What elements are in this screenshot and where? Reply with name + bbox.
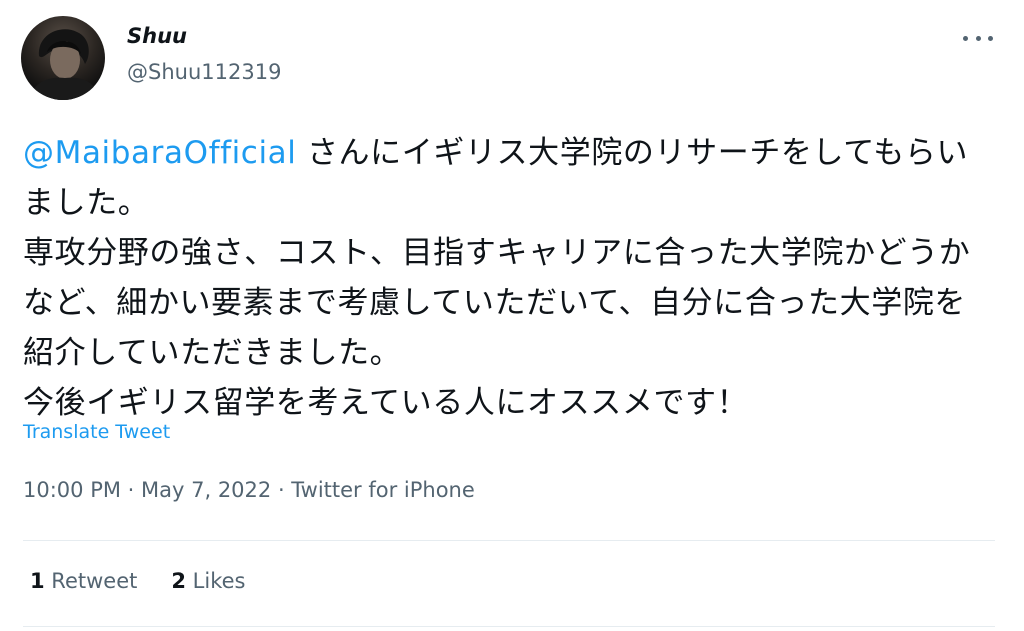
tweet-metadata: 10:00 PM · May 7, 2022 · Twitter for iPh… (23, 478, 475, 502)
likes-count: 2 (171, 569, 186, 593)
more-horizontal-icon-dot (988, 35, 993, 41)
mention-link[interactable]: @MaibaraOfficial (23, 135, 296, 171)
tweet-date[interactable]: May 7, 2022 (141, 478, 271, 502)
tweet-body: さんにイギリス大学院のリサーチをしてもらいました。 専攻分野の強さ、コスト、目指… (23, 135, 971, 421)
meta-separator: · (271, 478, 292, 502)
divider (23, 626, 995, 627)
avatar-photo (29, 29, 101, 100)
tweet-card: Shuu @Shuu112319 @MaibaraOfficial さんにイギリ… (0, 0, 1024, 631)
author-handle[interactable]: @Shuu112319 (127, 60, 281, 84)
more-horizontal-icon-dot (975, 35, 981, 41)
retweets-stat[interactable]: 1 Retweet (30, 569, 137, 593)
translate-tweet-link[interactable]: Translate Tweet (23, 421, 170, 443)
tweet-text: @MaibaraOfficial さんにイギリス大学院のリサーチをしてもらいまし… (23, 128, 993, 428)
meta-separator: · (120, 478, 142, 502)
author-display-name[interactable]: Shuu (127, 24, 187, 48)
avatar[interactable] (21, 16, 105, 100)
tweet-stats: 1 Retweet 2 Likes (30, 569, 245, 593)
more-options-button[interactable] (958, 26, 998, 50)
more-horizontal-icon (963, 35, 968, 41)
likes-label: Likes (185, 569, 246, 593)
retweets-count: 1 (30, 569, 45, 593)
tweet-source[interactable]: Twitter for iPhone (291, 478, 475, 502)
likes-stat[interactable]: 2 Likes (171, 569, 245, 593)
tweet-time[interactable]: 10:00 PM (23, 478, 121, 502)
divider (23, 540, 995, 541)
retweets-label: Retweet (44, 569, 138, 593)
